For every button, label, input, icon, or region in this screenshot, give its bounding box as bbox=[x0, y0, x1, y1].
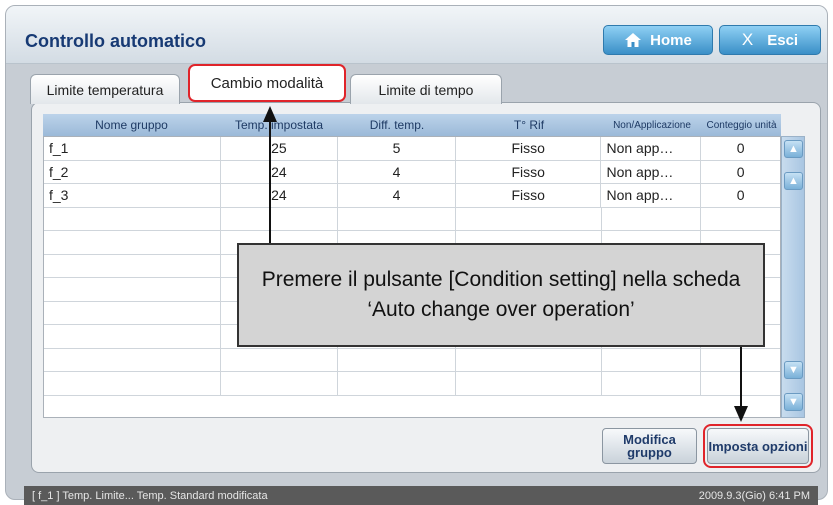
table-row-empty[interactable] bbox=[44, 207, 780, 231]
table-cell-empty bbox=[456, 348, 602, 371]
arrow-up-head bbox=[263, 106, 277, 122]
table-cell-empty bbox=[44, 231, 221, 254]
cell-temp-diff: 4 bbox=[338, 184, 456, 207]
cell-temp-diff: 5 bbox=[338, 137, 456, 160]
set-options-label: Imposta opzioni bbox=[708, 438, 808, 454]
tab-label: Limite di tempo bbox=[378, 81, 474, 98]
column-header-application: Non/Applicazione bbox=[613, 119, 691, 131]
window-title: Controllo automatico bbox=[25, 31, 206, 51]
table-cell-empty bbox=[701, 208, 780, 231]
arrow-down-head bbox=[734, 406, 748, 422]
scroll-bottom-icon[interactable]: ▼ bbox=[784, 393, 803, 411]
cell-application: Non app… bbox=[601, 184, 702, 207]
instruction-callout: Premere il pulsante [Condition setting] … bbox=[237, 243, 765, 347]
cell-application: Non app… bbox=[601, 137, 702, 160]
table-cell-empty bbox=[44, 254, 221, 277]
scroll-down-icon[interactable]: ▼ bbox=[784, 361, 803, 379]
arrow-to-options bbox=[740, 346, 742, 408]
table-cell-empty bbox=[338, 348, 456, 371]
table-cell-empty bbox=[602, 372, 702, 395]
title-bar: Controllo automatico Home X Esci bbox=[6, 6, 827, 64]
table-row-empty[interactable] bbox=[44, 372, 780, 396]
table-cell-empty bbox=[44, 372, 221, 395]
cell-group-name: f_3 bbox=[44, 184, 221, 207]
home-icon bbox=[625, 33, 642, 47]
home-button[interactable]: Home bbox=[603, 25, 713, 55]
cell-unit-count: 0 bbox=[736, 140, 745, 157]
cell-set-temp: 25 bbox=[221, 137, 339, 160]
cell-set-temp: 24 bbox=[221, 184, 339, 207]
edit-group-label: Modifica gruppo bbox=[623, 432, 676, 460]
table-cell-empty bbox=[44, 348, 221, 371]
table-row[interactable]: f_1 25 5 Fisso Non app… 0 bbox=[44, 137, 780, 161]
scroll-top-icon[interactable]: ▲ bbox=[784, 140, 803, 158]
tab-mode-change[interactable]: Cambio modalità bbox=[188, 64, 346, 102]
tab-time-limit[interactable]: Limite di tempo bbox=[350, 74, 502, 104]
cell-unit-count: 0 bbox=[736, 187, 745, 204]
tab-label: Cambio modalità bbox=[210, 74, 324, 92]
table-cell-empty bbox=[338, 372, 456, 395]
cell-application: Non app… bbox=[601, 160, 702, 183]
cell-unit-count: 0 bbox=[736, 163, 745, 180]
cell-set-temp: 24 bbox=[221, 160, 339, 183]
cell-ref-temp: Fisso bbox=[456, 137, 602, 160]
status-message: [ f_1 ] Temp. Limite... Temp. Standard m… bbox=[32, 489, 268, 502]
table-cell-empty bbox=[456, 372, 602, 395]
table-cell-empty bbox=[602, 207, 702, 230]
callout-text: Premere il pulsante [Condition setting] … bbox=[261, 267, 741, 321]
table-cell-empty bbox=[456, 207, 602, 230]
table-header: Nome gruppo Temp. impostata Diff. temp. … bbox=[43, 114, 781, 136]
close-icon: X bbox=[741, 30, 754, 49]
column-header-temp-diff: Diff. temp. bbox=[369, 118, 425, 132]
column-header-ref-temp: T° Rif bbox=[513, 118, 545, 132]
column-header-set-temp: Temp. impostata bbox=[234, 118, 324, 132]
table-cell-empty bbox=[221, 372, 339, 395]
table-cell-empty bbox=[221, 207, 339, 230]
table-row-empty[interactable] bbox=[44, 348, 780, 372]
exit-button[interactable]: X Esci bbox=[719, 25, 821, 55]
table-cell-empty bbox=[44, 325, 221, 348]
tab-label: Limite temperatura bbox=[46, 81, 164, 98]
table-cell-empty bbox=[44, 278, 221, 301]
table-row[interactable]: f_3 24 4 Fisso Non app… 0 bbox=[44, 184, 780, 208]
home-label: Home bbox=[650, 31, 692, 49]
cell-ref-temp: Fisso bbox=[456, 184, 602, 207]
scroll-up-icon[interactable]: ▲ bbox=[784, 172, 803, 190]
arrow-to-tab bbox=[269, 120, 271, 244]
edit-group-button[interactable]: Modifica gruppo bbox=[602, 428, 697, 464]
table-scrollbar[interactable]: ▲ ▲ ▼ ▼ bbox=[781, 136, 805, 418]
table-cell-empty bbox=[44, 207, 221, 230]
column-header-group-name: Nome gruppo bbox=[95, 118, 168, 132]
cell-group-name: f_2 bbox=[44, 160, 221, 183]
table-cell-empty bbox=[338, 207, 456, 230]
cell-temp-diff: 4 bbox=[338, 160, 456, 183]
status-bar: [ f_1 ] Temp. Limite... Temp. Standard m… bbox=[24, 486, 818, 505]
table-cell-empty bbox=[602, 348, 702, 371]
set-options-button[interactable]: Imposta opzioni bbox=[703, 424, 813, 468]
cell-group-name: f_1 bbox=[44, 137, 221, 160]
table-cell-empty bbox=[44, 301, 221, 324]
cell-ref-temp: Fisso bbox=[456, 160, 602, 183]
column-header-unit-count: Conteggio unità bbox=[706, 119, 777, 131]
table-row[interactable]: f_2 24 4 Fisso Non app… 0 bbox=[44, 160, 780, 184]
tab-temperature-limit[interactable]: Limite temperatura bbox=[30, 74, 180, 104]
exit-label: Esci bbox=[767, 31, 799, 49]
table-cell-empty bbox=[221, 348, 339, 371]
status-datetime: 2009.9.3(Gio) 6:41 PM bbox=[698, 489, 810, 502]
